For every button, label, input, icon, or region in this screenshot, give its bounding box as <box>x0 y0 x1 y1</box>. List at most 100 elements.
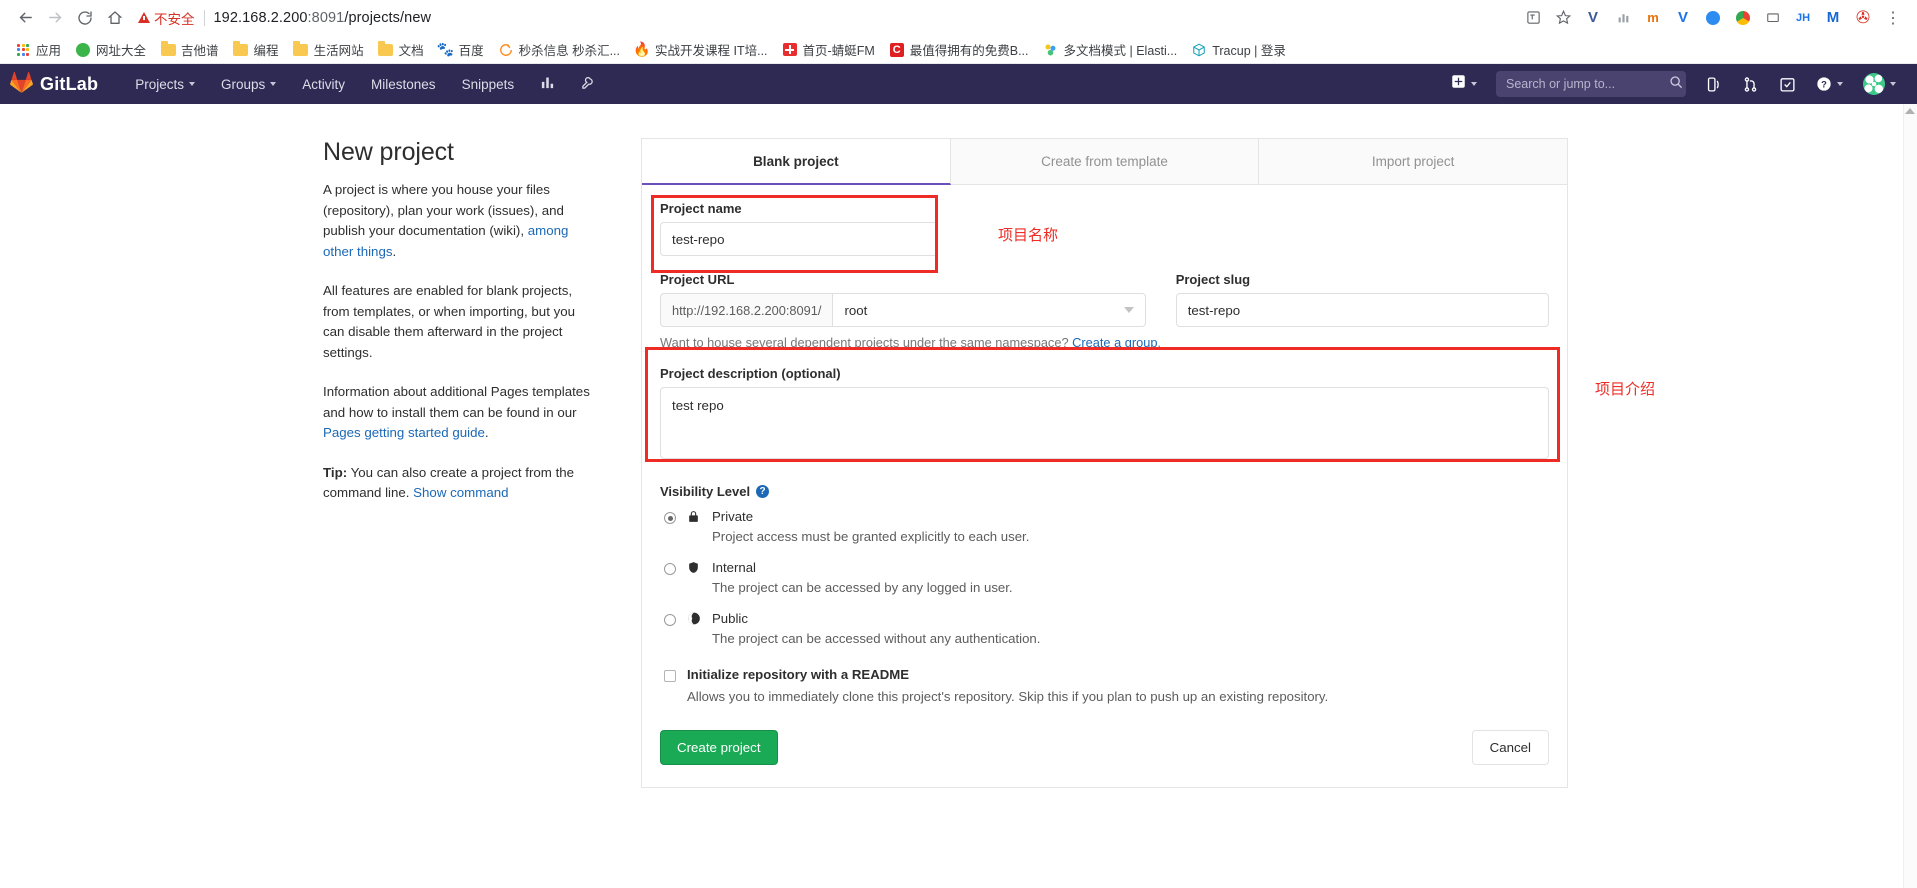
m-blue-icon[interactable]: M <box>1819 4 1847 32</box>
folder-icon <box>160 41 176 58</box>
nav-groups[interactable]: Groups <box>208 64 289 104</box>
create-a-group-link[interactable]: Create a group <box>1072 335 1157 350</box>
gitlab-home-link[interactable]: GitLab <box>10 71 98 98</box>
bookmark-item[interactable]: C 最值得拥有的免费B... <box>882 38 1036 61</box>
namespace-select[interactable]: root <box>832 293 1146 327</box>
gitlab-navbar: GitLab Projects Groups Activity Mileston… <box>0 64 1917 104</box>
bookmark-item[interactable]: 多文档模式 | Elasti... <box>1036 38 1185 61</box>
bookmark-item[interactable]: 生活网站 <box>286 38 371 61</box>
user-menu[interactable] <box>1854 64 1905 104</box>
nav-milestones[interactable]: Milestones <box>358 64 449 104</box>
bookmark-item[interactable]: Tracup | 登录 <box>1184 38 1293 61</box>
merge-requests-icon[interactable] <box>1733 64 1768 104</box>
forward-icon[interactable] <box>40 3 70 33</box>
project-description-textarea[interactable]: test repo <box>660 387 1549 459</box>
url-text: 192.168.2.200:8091/projects/new <box>214 10 432 26</box>
readme-checkbox[interactable] <box>664 670 676 682</box>
back-icon[interactable] <box>10 3 40 33</box>
bookmark-item[interactable]: 编程 <box>226 38 286 61</box>
bookmark-item[interactable]: 🔥 实战开发课程 IT培... <box>627 38 775 61</box>
extension-m-icon[interactable]: m <box>1639 4 1667 32</box>
annotation-label-project-description: 项目介绍 <box>1595 380 1656 398</box>
nav-projects[interactable]: Projects <box>122 64 208 104</box>
radio-private[interactable] <box>664 512 676 524</box>
radio-internal[interactable] <box>664 563 676 575</box>
home-icon[interactable] <box>100 3 130 33</box>
star-icon[interactable] <box>1549 4 1577 32</box>
project-slug-input[interactable] <box>1175 293 1549 327</box>
analytics-icon[interactable] <box>1609 4 1637 32</box>
cancel-button[interactable]: Cancel <box>1471 730 1549 765</box>
show-command-link[interactable]: Show command <box>413 485 508 500</box>
chevron-down-icon <box>270 82 277 86</box>
visibility-private-desc: Project access must be granted explicitl… <box>712 529 1030 544</box>
radio-public[interactable] <box>664 614 676 626</box>
project-name-input[interactable] <box>660 222 938 256</box>
bookmark-item[interactable]: 吉他谱 <box>153 38 226 61</box>
bookmark-item[interactable]: 文档 <box>371 38 431 61</box>
avatar <box>1863 73 1885 95</box>
svg-text:?: ? <box>1821 79 1827 89</box>
bookmark-label: 首页-蜻蜓FM <box>802 44 875 58</box>
tab-create-from-template[interactable]: Create from template <box>950 139 1260 184</box>
page-scrollbar[interactable] <box>1903 104 1917 888</box>
chrome-icon[interactable] <box>1729 4 1757 32</box>
todos-icon[interactable] <box>1770 64 1805 104</box>
vpn-icon[interactable]: V <box>1669 4 1697 32</box>
sidebar-tip: Tip: You can also create a project from … <box>323 463 597 504</box>
baidu-icon: 🐾 <box>436 41 455 57</box>
folder-icon <box>378 41 394 58</box>
chevron-down-icon <box>1123 307 1134 313</box>
help-icon[interactable]: ? <box>1807 64 1852 104</box>
people-icon <box>1043 42 1059 58</box>
search-icon[interactable] <box>1669 75 1683 94</box>
visibility-option-public[interactable]: Public The project can be accessed witho… <box>660 609 1549 649</box>
bookmark-item[interactable]: 首页-蜻蜓FM <box>775 38 882 61</box>
global-search[interactable] <box>1496 71 1686 97</box>
issues-icon[interactable] <box>1696 64 1731 104</box>
address-bar[interactable]: 不安全 192.168.2.200:8091/projects/new <box>138 5 1513 31</box>
reload-icon[interactable] <box>70 3 100 33</box>
security-warning[interactable]: 不安全 <box>138 8 195 28</box>
bookmark-label: 应用 <box>36 44 62 58</box>
new-item-button[interactable] <box>1442 64 1486 104</box>
new-project-sidebar: New project A project is where you house… <box>323 138 623 788</box>
circle-blue-icon[interactable] <box>1699 4 1727 32</box>
question-mark-icon[interactable]: ? <box>756 485 770 498</box>
nav-admin[interactable] <box>568 64 609 104</box>
adblock-icon[interactable]: ✇ <box>1849 4 1877 32</box>
chevron-down-icon <box>1890 82 1896 86</box>
translate-icon[interactable] <box>1519 4 1547 32</box>
visibility-level-heading: Visibility Level ? <box>660 484 1549 499</box>
visibility-option-internal[interactable]: Internal The project can be accessed by … <box>660 558 1549 598</box>
chevron-down-icon <box>1471 82 1477 86</box>
jh-icon[interactable]: JH <box>1789 4 1817 32</box>
vimeo-icon[interactable]: V <box>1579 4 1607 32</box>
bookmark-item[interactable]: 秒杀信息 秒杀汇... <box>491 38 627 61</box>
warning-triangle-icon <box>138 12 150 23</box>
project-slug-group: Project slug <box>1175 272 1549 327</box>
bookmark-label: 网址大全 <box>96 44 147 58</box>
tab-blank-project[interactable]: Blank project <box>642 139 951 185</box>
visibility-option-private[interactable]: Private Project access must be granted e… <box>660 507 1549 547</box>
visibility-public-desc: The project can be accessed without any … <box>712 631 1041 646</box>
nav-activity[interactable]: Activity <box>289 64 358 104</box>
create-project-button[interactable]: Create project <box>660 730 778 765</box>
menu-icon[interactable]: ⋮ <box>1879 4 1907 32</box>
bookmark-item[interactable]: 🐾 百度 <box>431 38 491 61</box>
initialize-readme-group[interactable]: Initialize repository with a README Allo… <box>660 666 1549 706</box>
pages-guide-link[interactable]: Pages getting started guide <box>323 425 485 440</box>
security-label: 不安全 <box>154 11 195 27</box>
cast-icon[interactable] <box>1759 4 1787 32</box>
bookmark-label: 百度 <box>458 44 484 58</box>
nav-snippets[interactable]: Snippets <box>449 64 528 104</box>
tab-import-project[interactable]: Import project <box>1259 139 1568 184</box>
bookmark-apps[interactable]: 应用 <box>8 38 68 61</box>
search-input[interactable] <box>1504 76 1669 92</box>
visibility-public-name: Public <box>712 611 748 626</box>
scroll-up-icon[interactable] <box>1905 108 1915 114</box>
apps-grid-icon <box>15 42 31 58</box>
nav-label: Activity <box>302 76 346 92</box>
bookmark-item[interactable]: 网址大全 <box>68 38 153 61</box>
nav-analytics[interactable] <box>527 64 568 104</box>
